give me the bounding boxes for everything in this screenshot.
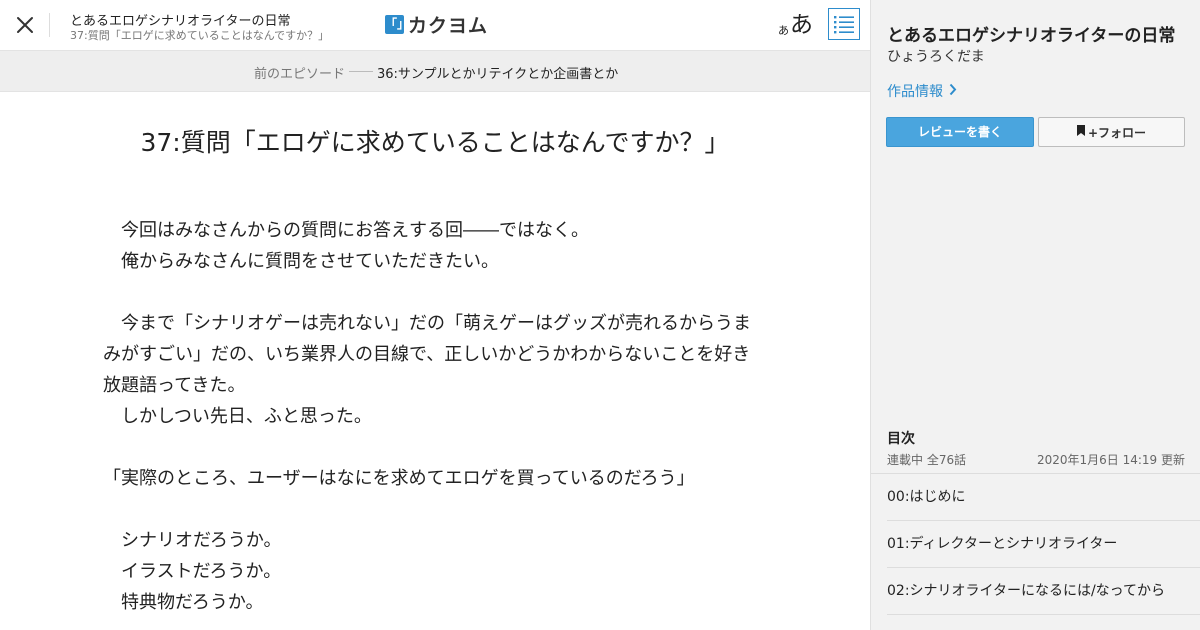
- work-info-label: 作品情報: [887, 84, 943, 100]
- font-size-large-glyph: あ: [790, 12, 813, 38]
- sidebar-work-title[interactable]: とあるエロゲシナリオライターの日常: [887, 21, 1175, 46]
- toc-item[interactable]: 02:シナリオライターになるには/なってから: [887, 568, 1200, 615]
- toc-heading: 目次: [887, 431, 915, 447]
- logo-mark-icon: 「」: [385, 14, 409, 34]
- previous-episode-bar: 前のエピソード 36:サンプルとかリテイクとか企画書とか: [0, 51, 870, 92]
- episode-paragraph: 俺からみなさんに質問をさせていただきたい。: [103, 251, 499, 272]
- current-episode-title: 37:質問「エロゲに求めていることはなんですか？」: [70, 29, 330, 42]
- toc-updated: 2020年1月6日 14:19 更新: [1036, 453, 1185, 467]
- episode-paragraph: [103, 432, 758, 463]
- write-review-button[interactable]: レビューを書く: [886, 117, 1034, 147]
- toc-toggle-button[interactable]: [828, 8, 860, 40]
- episode-paragraph: 「実際のところ、ユーザーはなにを求めてエロゲを買っているのだろう」: [103, 468, 695, 489]
- episode-paragraph: イラストだろうか。: [103, 561, 282, 582]
- previous-episode-link[interactable]: 36:サンプルとかリテイクとか企画書とか: [377, 63, 618, 82]
- toc-status: 連載中 全76話: [887, 453, 967, 467]
- work-info-link[interactable]: 作品情報: [887, 81, 957, 101]
- episode-paragraph: [103, 277, 758, 308]
- logo-text: カクヨム: [408, 14, 489, 37]
- sidebar: とあるエロゲシナリオライターの日常 ひょうろくだま 作品情報 レビューを書く +…: [870, 0, 1200, 630]
- episode-paragraph: シナリオだろうか。: [103, 530, 282, 551]
- previous-episode-label: 前のエピソード: [254, 67, 346, 82]
- episode-paragraph: 今まで「シナリオゲーは売れない」だの「萌えゲーはグッズが売れるからうまみがすごい…: [103, 313, 751, 396]
- toc-list: 00:はじめに 01:ディレクターとシナリオライター 02:シナリオライターになるに…: [887, 474, 1200, 615]
- header-divider: [49, 13, 50, 37]
- episode-body: 今回はみなさんからの質問にお答えする回――ではなく。 俺からみなさんに質問をさせ…: [103, 215, 758, 618]
- kakuyomu-logo[interactable]: 「」 カクヨム: [385, 12, 489, 37]
- chevron-right-icon: [943, 83, 957, 100]
- reader-pane: とあるエロゲシナリオライターの日常 37:質問「エロゲに求めていることはなんです…: [0, 0, 870, 630]
- sidebar-author[interactable]: ひょうろくだま: [887, 46, 985, 66]
- toc-item[interactable]: 01:ディレクターとシナリオライター: [887, 521, 1200, 568]
- episode-paragraph: しかしつい先日、ふと思った。: [103, 406, 372, 427]
- close-icon: [12, 12, 38, 38]
- episode-paragraph: 特典物だろうか。: [103, 592, 264, 613]
- font-size-small-glyph: あ: [778, 24, 789, 37]
- top-bar: とあるエロゲシナリオライターの日常 37:質問「エロゲに求めていることはなんです…: [0, 0, 870, 51]
- episode-paragraph: 今回はみなさんからの質問にお答えする回――ではなく。: [103, 220, 589, 241]
- font-size-button[interactable]: あ あ: [778, 10, 813, 38]
- previous-episode-divider: [349, 71, 373, 72]
- bookmark-icon: [1076, 125, 1088, 139]
- toc-item[interactable]: 00:はじめに: [887, 474, 1200, 521]
- follow-button-label: +フォロー: [1087, 125, 1147, 140]
- list-icon: [829, 9, 859, 39]
- episode-paragraph: [103, 494, 758, 525]
- episode-heading: 37:質問「エロゲに求めていることはなんですか？」: [140, 128, 730, 157]
- close-button[interactable]: [12, 12, 38, 38]
- follow-button[interactable]: +フォロー: [1038, 117, 1185, 147]
